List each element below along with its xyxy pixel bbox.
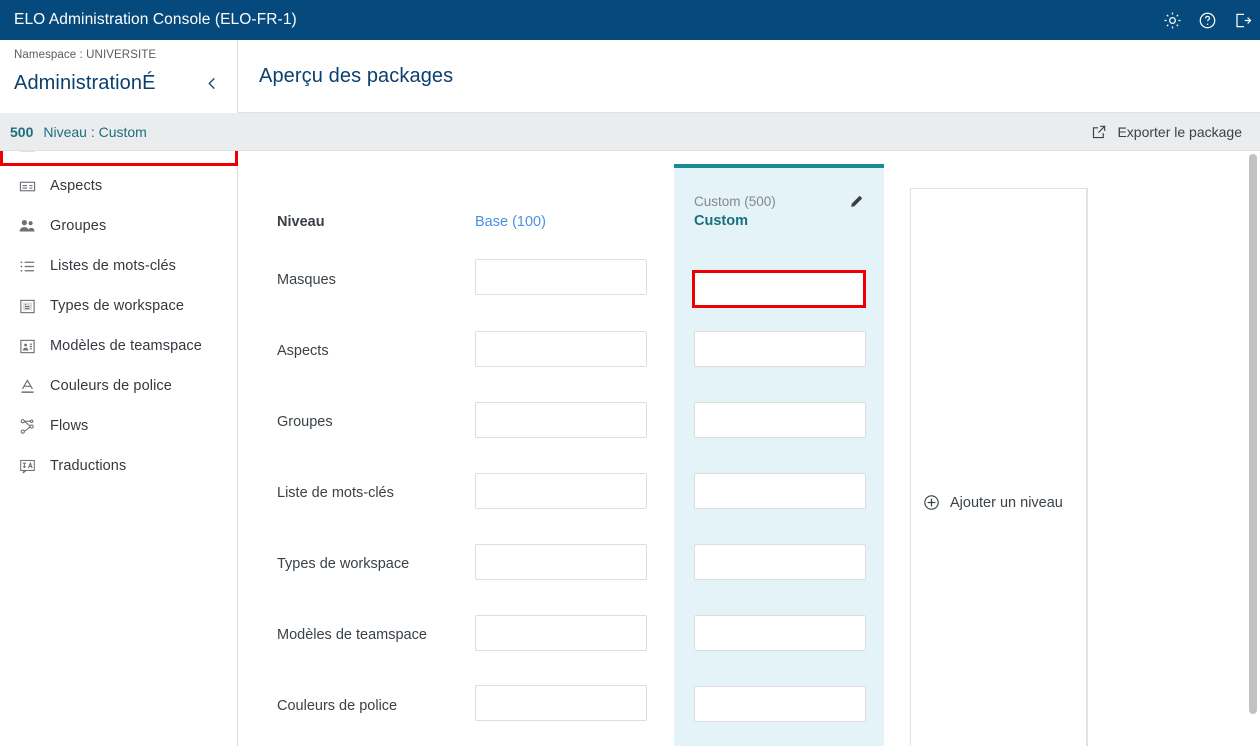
scrollbar-thumb[interactable] [1249, 154, 1257, 714]
base-cell-couleurs-de-police[interactable] [475, 685, 647, 721]
sidebar-item-label: Aspects [50, 178, 103, 194]
settings-icon[interactable] [1155, 0, 1190, 40]
row-label-groupes: Groupes [277, 414, 333, 430]
row-label-column: Niveau Masques Aspects Groupes Liste de … [238, 151, 438, 746]
content-header: Aperçu des packages [238, 40, 1260, 113]
custom-column-header: Custom (500) [674, 168, 884, 209]
sidebar-item-label: Listes de mots-clés [50, 258, 176, 274]
row-label-masques: Masques [277, 272, 336, 288]
sidebar-item-aspects[interactable]: Aspects [0, 166, 237, 206]
base-cell-types-de-workspace[interactable] [475, 544, 647, 580]
users-icon [16, 215, 38, 237]
niveau-header-label: Niveau [277, 214, 325, 230]
custom-column-subtitle: Custom [694, 213, 748, 229]
sidebar-nav: Masques Aspects [0, 122, 238, 486]
custom-cell-groupes[interactable] [694, 402, 866, 438]
base-cell-aspects[interactable] [475, 331, 647, 367]
row-label-liste-de-mots-cles: Liste de mots-clés [277, 485, 394, 501]
sidebar-item-groupes[interactable]: Groupes [0, 206, 237, 246]
add-level-panel: Ajouter un niveau [910, 188, 1087, 746]
sidebar-item-label: Flows [50, 418, 89, 434]
teamspace-icon [16, 335, 38, 357]
titlebar-icon-group [1155, 0, 1260, 40]
base-cell-masques[interactable] [475, 259, 647, 295]
base-cell-liste-de-mots-cles[interactable] [475, 473, 647, 509]
pencil-icon[interactable] [849, 194, 864, 209]
row-label-couleurs-de-police: Couleurs de police [277, 698, 398, 714]
sidebar-item-traductions[interactable]: Traductions [0, 446, 237, 486]
namespace-label: Namespace : UNIVERSITE [14, 49, 157, 61]
breadcrumb-level-label: Niveau : Custom [43, 123, 147, 140]
app-title: ELO Administration Console (ELO-FR-1) [14, 11, 297, 28]
add-level-button[interactable]: Ajouter un niveau [923, 494, 1063, 511]
board-right-edge [1087, 188, 1088, 746]
logout-icon[interactable] [1225, 0, 1260, 40]
custom-cell-liste-de-mots-cles[interactable] [694, 473, 866, 509]
sidebar-item-listes-de-mots-cles[interactable]: Listes de mots-clés [0, 246, 237, 286]
custom-cell-modeles-de-teamspace[interactable] [694, 615, 866, 651]
breadcrumb-number: 500 [10, 123, 34, 140]
sidebar-item-label: Types de workspace [50, 298, 184, 314]
sidebar-item-label: Modèles de teamspace [50, 338, 202, 354]
base-column: Base (100) [438, 151, 638, 746]
base-cell-modeles-de-teamspace[interactable] [475, 615, 647, 651]
base-column-header[interactable]: Base (100) [475, 214, 546, 230]
row-label-modeles-de-teamspace: Modèles de teamspace [277, 627, 427, 643]
row-label-aspects: Aspects [277, 343, 329, 359]
row-label-types-de-workspace: Types de workspace [277, 556, 410, 572]
page-title: Aperçu des packages [259, 64, 454, 87]
sidebar-item-modeles-de-teamspace[interactable]: Modèles de teamspace [0, 326, 237, 366]
help-icon[interactable] [1190, 0, 1225, 40]
add-level-label: Ajouter un niveau [950, 494, 1063, 511]
sidebar-item-couleurs-de-police[interactable]: Couleurs de police [0, 366, 237, 406]
custom-cell-couleurs-de-police[interactable] [694, 686, 866, 722]
sidebar-header: AdministrationÉ [0, 61, 237, 105]
breadcrumb-bar: 500 Niveau : Custom Exporter le package [0, 113, 1260, 151]
sidebar-item-label: Traductions [50, 458, 127, 474]
base-cell-groupes[interactable] [475, 402, 647, 438]
external-link-icon [1091, 124, 1107, 140]
custom-cell-masques[interactable] [692, 270, 866, 308]
card-icon [16, 175, 38, 197]
vertical-scrollbar[interactable] [1246, 152, 1260, 746]
sidebar-title: AdministrationÉ [14, 71, 156, 94]
sidebar-item-types-de-workspace[interactable]: Types de workspace [0, 286, 237, 326]
sidebar-item-flows[interactable]: Flows [0, 406, 237, 446]
sidebar-item-label: Couleurs de police [50, 378, 172, 394]
custom-cell-aspects[interactable] [694, 331, 866, 367]
package-board: Niveau Masques Aspects Groupes Liste de … [238, 151, 1252, 746]
translate-icon [16, 455, 38, 477]
custom-column: Custom (500) Custom [674, 164, 884, 746]
export-package-label: Exporter le package [1117, 123, 1242, 140]
workspace-icon [16, 295, 38, 317]
font-color-icon [16, 375, 38, 397]
custom-cell-types-de-workspace[interactable] [694, 544, 866, 580]
export-package-button[interactable]: Exporter le package [1091, 124, 1242, 140]
flow-icon [16, 415, 38, 437]
custom-column-name: Custom (500) [694, 194, 776, 209]
title-bar: ELO Administration Console (ELO-FR-1) [0, 0, 1260, 40]
sidebar-item-label: Groupes [50, 218, 107, 234]
chevron-left-icon[interactable] [201, 72, 223, 94]
plus-circle-icon [923, 494, 940, 511]
list-icon [16, 255, 38, 277]
app-root: ELO Administration Console (ELO-FR-1) Na… [0, 0, 1260, 746]
